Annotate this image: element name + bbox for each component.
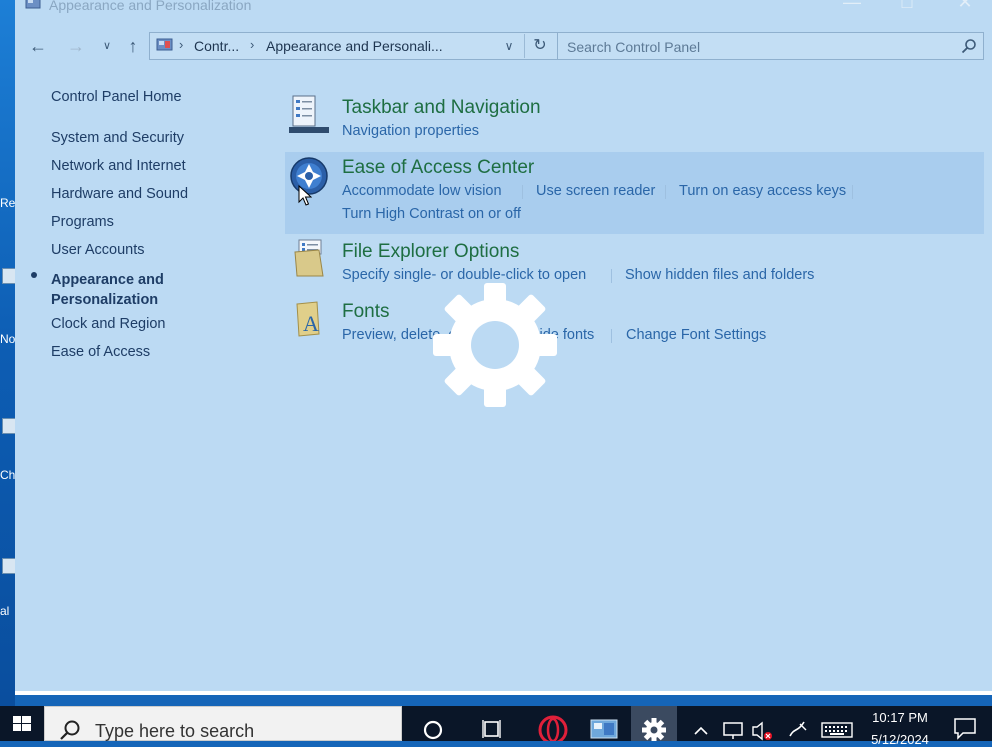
control-panel-window: Appearance and Personalization — □ ✕ ← →… <box>15 0 992 691</box>
title-bar[interactable]: Appearance and Personalization — □ ✕ <box>15 0 992 30</box>
desktop-shortcut-icon[interactable] <box>2 268 16 284</box>
category-title[interactable]: Taskbar and Navigation <box>342 97 541 119</box>
control-panel-icon <box>25 0 41 9</box>
nav-link-clock-and-region[interactable]: Clock and Region <box>51 316 165 332</box>
task-link[interactable]: Turn on easy access keys <box>679 183 846 199</box>
category-title[interactable]: Fonts <box>342 301 390 323</box>
category-file-explorer-options: File Explorer Options Specify single- or… <box>285 238 984 288</box>
breadcrumb-control-panel[interactable]: Contr... <box>194 38 239 54</box>
task-divider <box>852 185 853 199</box>
desktop-label-fragment[interactable]: al <box>0 604 15 618</box>
category-ease-of-access-center[interactable]: Ease of Access Center Accommodate low vi… <box>285 152 984 234</box>
desktop-label-fragment[interactable]: Ch <box>0 468 15 482</box>
folder-options-icon <box>294 239 324 277</box>
loading-gear-icon <box>433 283 557 407</box>
window-border <box>15 691 992 695</box>
nav-link-network-and-internet[interactable]: Network and Internet <box>51 158 186 174</box>
task-link[interactable]: Specify single- or double-click to open <box>342 267 586 283</box>
task-link[interactable]: Show hidden files and folders <box>625 267 814 283</box>
action-center-icon[interactable] <box>952 716 978 740</box>
current-section-bullet <box>31 272 37 278</box>
nav-link-programs[interactable]: Programs <box>51 214 114 230</box>
task-link[interactable]: Use screen reader <box>536 183 655 199</box>
nav-link-appearance-current: Appearance and Personalization <box>51 272 164 308</box>
desktop-label-fragment[interactable]: Re <box>0 196 15 210</box>
desktop-background: Re No Ch al <box>0 0 16 706</box>
desktop-shortcut-icon[interactable] <box>2 558 16 574</box>
taskbar-search-placeholder: Type here to search <box>95 721 255 741</box>
touch-keyboard-icon[interactable] <box>820 721 854 739</box>
category-title[interactable]: File Explorer Options <box>342 241 519 263</box>
search-input[interactable]: Search Control Panel <box>557 32 984 60</box>
control-panel-home-link[interactable]: Control Panel Home <box>51 89 182 105</box>
cortana-icon[interactable] <box>410 706 456 741</box>
opera-browser-icon[interactable] <box>530 706 576 741</box>
recent-locations-chevron-icon[interactable]: ∨ <box>99 36 115 56</box>
task-link[interactable]: Change Font Settings <box>626 327 766 343</box>
task-link[interactable]: Accommodate low vision <box>342 183 502 199</box>
task-link[interactable]: Navigation properties <box>342 123 479 139</box>
task-divider <box>522 185 523 199</box>
network-icon[interactable] <box>720 720 746 740</box>
control-panel-taskbar-icon[interactable] <box>581 706 627 741</box>
search-icon[interactable] <box>961 38 977 54</box>
clock-date[interactable]: 5/12/2024 <box>860 732 940 747</box>
task-divider <box>665 185 666 199</box>
forward-arrow-icon[interactable]: → <box>65 35 87 57</box>
breadcrumb-separator-icon: › <box>250 37 255 52</box>
breadcrumb-separator-icon: › <box>179 37 184 52</box>
control-panel-icon <box>156 38 173 51</box>
taskbar: Type here to search 10:17 PM 5/12/2024 <box>0 706 992 747</box>
search-icon <box>60 720 80 740</box>
back-arrow-icon[interactable]: ← <box>27 35 49 57</box>
category-taskbar-and-navigation: Taskbar and Navigation Navigation proper… <box>285 94 984 144</box>
breadcrumb-appearance[interactable]: Appearance and Personali... <box>266 38 443 54</box>
nav-link-hardware-and-sound[interactable]: Hardware and Sound <box>51 186 188 202</box>
taskbar-search-box[interactable]: Type here to search <box>44 706 402 741</box>
desktop-label-fragment[interactable]: No <box>0 332 15 346</box>
maximize-button[interactable]: □ <box>887 0 927 20</box>
up-arrow-icon[interactable]: ↑ <box>123 35 143 57</box>
settings-gear-taskbar-icon[interactable] <box>631 706 677 741</box>
search-placeholder: Search Control Panel <box>567 39 701 55</box>
desktop-shortcut-icon[interactable] <box>2 418 16 434</box>
show-hidden-icons-chevron-icon[interactable] <box>690 720 712 740</box>
task-link[interactable]: Turn High Contrast on or off <box>342 206 521 222</box>
pen-ink-workspace-icon[interactable] <box>786 718 810 740</box>
mouse-cursor-icon <box>298 185 312 206</box>
nav-link-ease-of-access[interactable]: Ease of Access <box>51 344 150 360</box>
category-fonts: A Fonts Preview, delete, or show and hid… <box>285 298 984 348</box>
refresh-icon[interactable]: ↻ <box>524 34 555 58</box>
address-bar[interactable]: › Contr... › Appearance and Personali...… <box>149 32 559 60</box>
svg-text:A: A <box>303 311 319 336</box>
task-view-icon[interactable] <box>470 706 516 741</box>
nav-link-user-accounts[interactable]: User Accounts <box>51 242 145 258</box>
address-dropdown-icon[interactable]: ∨ <box>500 36 518 56</box>
nav-link-system-and-security[interactable]: System and Security <box>51 130 184 146</box>
minimize-button[interactable]: — <box>832 0 872 20</box>
windows-start-icon[interactable] <box>0 706 44 741</box>
task-divider <box>611 269 612 283</box>
category-title[interactable]: Ease of Access Center <box>342 157 534 179</box>
close-button[interactable]: ✕ <box>945 0 985 20</box>
taskbar-icon <box>289 95 329 133</box>
task-divider <box>611 329 612 343</box>
fonts-icon: A <box>296 301 320 337</box>
clock-time[interactable]: 10:17 PM <box>860 710 940 725</box>
window-title: Appearance and Personalization <box>49 0 252 13</box>
volume-muted-icon[interactable] <box>750 720 776 742</box>
